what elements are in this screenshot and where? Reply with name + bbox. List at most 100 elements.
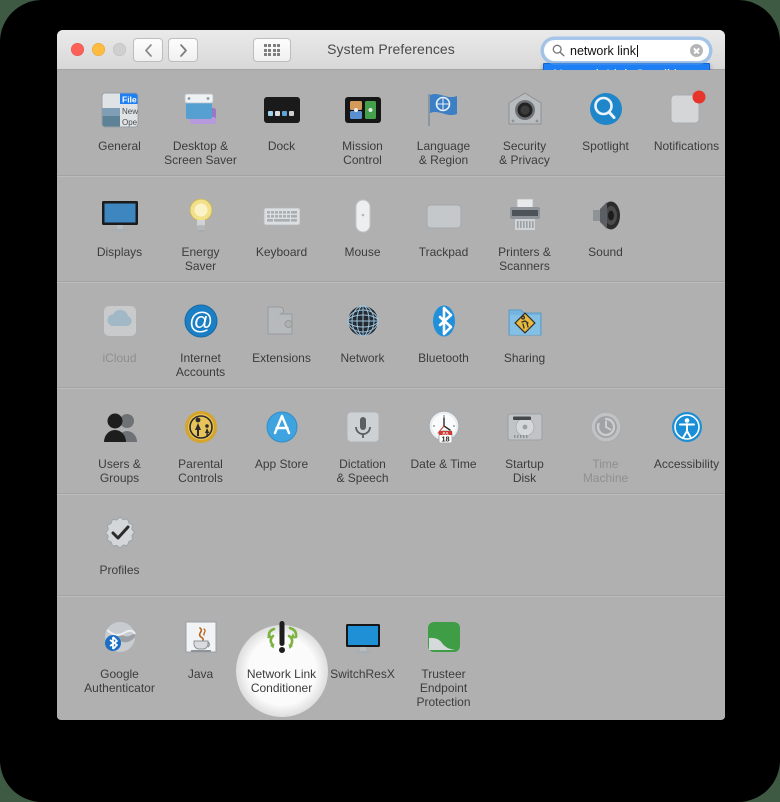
svg-text:Open: Open	[122, 118, 142, 127]
pane-row-3: iCloud @ Internet Accounts Extensions Ne…	[57, 282, 725, 388]
pane-label: Network Link Conditioner	[246, 667, 317, 695]
pref-pane-sound[interactable]: Sound	[565, 190, 646, 273]
pref-pane-app-store[interactable]: App Store	[241, 402, 322, 485]
pane-label: Displays	[96, 245, 143, 259]
startup-disk-icon	[501, 404, 549, 452]
pref-pane-dictation-speech[interactable]: Dictation & Speech	[322, 402, 403, 485]
security-privacy-icon	[501, 86, 549, 134]
pref-pane-general[interactable]: File New Open General	[79, 84, 160, 167]
pane-label: iCloud	[102, 351, 137, 365]
switchresx-icon	[339, 614, 387, 662]
pane-label: Profiles	[99, 563, 140, 577]
clear-search-icon[interactable]	[690, 44, 703, 57]
network-link-conditioner-icon	[258, 614, 306, 662]
pref-pane-icloud[interactable]: iCloud	[79, 296, 160, 379]
pref-pane-printers-scanners[interactable]: Printers & Scanners	[484, 190, 565, 273]
pane-label: Accessibility	[653, 457, 720, 471]
pref-pane-mouse[interactable]: Mouse	[322, 190, 403, 273]
pane-label: Sound	[588, 245, 623, 259]
pane-label: Spotlight	[582, 139, 629, 153]
sound-icon	[582, 192, 630, 240]
svg-text:File: File	[122, 95, 137, 105]
pref-pane-keyboard[interactable]: Keyboard	[241, 190, 322, 273]
pref-pane-java[interactable]: Java	[160, 612, 241, 709]
pref-pane-dock[interactable]: Dock	[241, 84, 322, 167]
pane-label: Notifications	[653, 139, 720, 153]
text-caret	[637, 44, 638, 57]
system-preferences-window: System Preferences network link Network …	[57, 30, 725, 720]
pref-pane-startup-disk[interactable]: Startup Disk	[484, 402, 565, 485]
pane-label: Energy Saver	[181, 245, 220, 273]
bluetooth-icon	[420, 298, 468, 346]
pref-pane-desktop-screen-saver[interactable]: Desktop & Screen Saver	[160, 84, 241, 167]
pref-pane-network-link-conditioner[interactable]: Network Link Conditioner	[241, 612, 322, 709]
profiles-icon	[96, 510, 144, 558]
date-time-icon: 18 JUL	[420, 404, 468, 452]
search-icon	[552, 44, 565, 57]
pane-label: Mission Control	[342, 139, 383, 167]
pane-label: Bluetooth	[418, 351, 469, 365]
sharing-icon	[501, 298, 549, 346]
pref-pane-mission-control[interactable]: Mission Control	[322, 84, 403, 167]
pane-label: App Store	[254, 457, 309, 471]
pref-pane-users-groups[interactable]: Users & Groups	[79, 402, 160, 485]
pref-pane-notifications[interactable]: Notifications	[646, 84, 725, 167]
pane-label: Dictation & Speech	[336, 457, 389, 485]
pane-label: Trackpad	[418, 245, 469, 259]
app-store-icon	[258, 404, 306, 452]
pref-pane-date-time[interactable]: 18 JUL Date & Time	[403, 402, 484, 485]
network-icon	[339, 298, 387, 346]
pane-row-4: Users & Groups Parental Controls App Sto…	[57, 388, 725, 494]
pref-pane-energy-saver[interactable]: Energy Saver	[160, 190, 241, 273]
language-region-icon	[420, 86, 468, 134]
window-titlebar: System Preferences network link Network …	[57, 30, 725, 87]
pane-label: Mouse	[344, 245, 381, 259]
pref-pane-spotlight[interactable]: Spotlight	[565, 84, 646, 167]
pref-pane-security-privacy[interactable]: Security & Privacy	[484, 84, 565, 167]
users-groups-icon	[96, 404, 144, 452]
pane-label: Time Machine	[582, 457, 629, 485]
spotlight-icon	[582, 86, 630, 134]
java-icon	[177, 614, 225, 662]
pane-label: Desktop & Screen Saver	[164, 139, 237, 167]
search-input[interactable]: network link	[543, 39, 710, 62]
pane-label: Language & Region	[416, 139, 471, 167]
pane-label: Printers & Scanners	[498, 245, 551, 273]
displays-icon	[96, 192, 144, 240]
pref-pane-trusteer-endpoint-protection[interactable]: Trusteer Endpoint Protection	[403, 612, 484, 709]
pref-pane-accessibility[interactable]: Accessibility	[646, 402, 725, 485]
pref-pane-language-region[interactable]: Language & Region	[403, 84, 484, 167]
pane-label: Network	[340, 351, 385, 365]
desktop-screensaver-icon	[177, 86, 225, 134]
parental-controls-icon	[177, 404, 225, 452]
pref-pane-trackpad[interactable]: Trackpad	[403, 190, 484, 273]
icloud-icon	[96, 298, 144, 346]
pref-pane-bluetooth[interactable]: Bluetooth	[403, 296, 484, 379]
energy-saver-icon	[177, 192, 225, 240]
pref-pane-internet-accounts[interactable]: @ Internet Accounts	[160, 296, 241, 379]
trackpad-icon	[420, 192, 468, 240]
pane-label: Trusteer Endpoint Protection	[416, 667, 471, 709]
pref-pane-google-authenticator[interactable]: Google Authenticator	[79, 612, 160, 709]
svg-text:@: @	[188, 308, 212, 335]
svg-text:JUL: JUL	[442, 431, 450, 435]
pref-pane-displays[interactable]: Displays	[79, 190, 160, 273]
pane-row-1: File New Open General Desktop & Screen S…	[57, 70, 725, 176]
pref-pane-profiles[interactable]: Profiles	[79, 508, 160, 577]
pane-label: Security & Privacy	[499, 139, 550, 167]
general-icon: File New Open	[96, 86, 144, 134]
pane-label: Users & Groups	[98, 457, 141, 485]
pref-pane-time-machine[interactable]: Time Machine	[565, 402, 646, 485]
google-authenticator-icon	[96, 614, 144, 662]
pref-pane-extensions[interactable]: Extensions	[241, 296, 322, 379]
mission-control-icon	[339, 86, 387, 134]
preference-panes-grid: File New Open General Desktop & Screen S…	[57, 70, 725, 719]
pref-pane-switchresx[interactable]: SwitchResX	[322, 612, 403, 709]
pref-pane-network[interactable]: Network	[322, 296, 403, 379]
pane-label: Dock	[267, 139, 296, 153]
pref-pane-parental-controls[interactable]: Parental Controls	[160, 402, 241, 485]
pref-pane-sharing[interactable]: Sharing	[484, 296, 565, 379]
third-party-panes-row: Google Authenticator Java Network Link C…	[57, 595, 725, 719]
svg-text:18: 18	[441, 435, 449, 444]
pane-label: Date & Time	[410, 457, 477, 471]
